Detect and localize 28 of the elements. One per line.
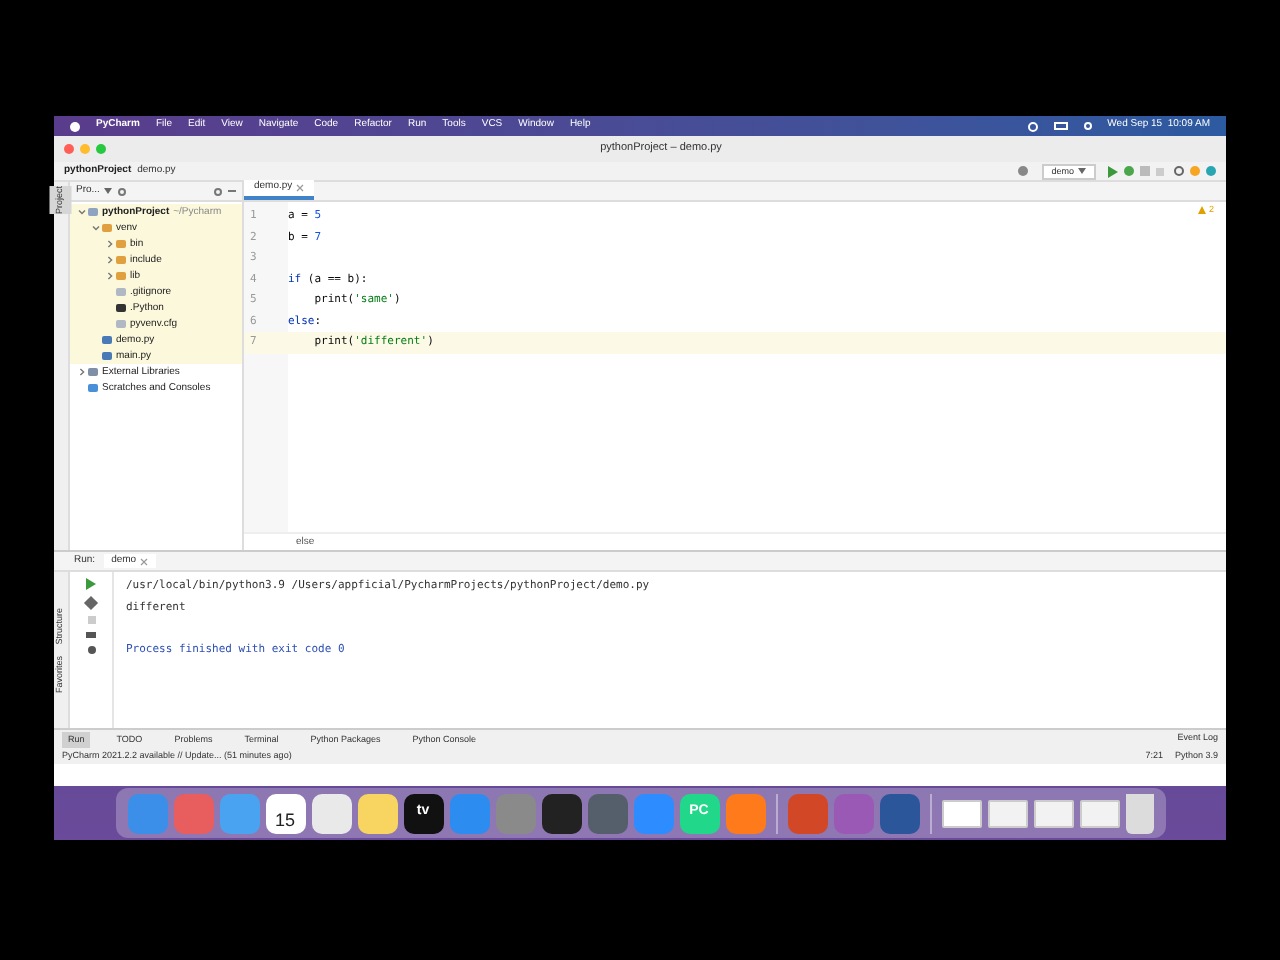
chevron-right-icon[interactable]	[78, 368, 86, 376]
app-icon[interactable]	[357, 793, 397, 833]
stop-icon[interactable]	[87, 616, 95, 624]
chevron-down-icon[interactable]	[78, 208, 86, 216]
caret-icon[interactable]	[103, 188, 112, 194]
document-thumbnail[interactable]	[1033, 799, 1073, 827]
zoom-button[interactable]	[96, 144, 106, 154]
minimize-button[interactable]	[80, 144, 90, 154]
warning-icon[interactable]	[1198, 206, 1207, 215]
caret-icon[interactable]	[1078, 168, 1086, 174]
chevron-right-icon[interactable]	[106, 256, 114, 264]
app-icon[interactable]	[311, 793, 351, 833]
calendar-icon[interactable]: 15	[265, 793, 305, 833]
close-icon[interactable]	[296, 184, 305, 192]
chevron-right-icon[interactable]	[106, 240, 114, 248]
close-button[interactable]	[64, 144, 74, 154]
document-thumbnail[interactable]	[941, 799, 981, 827]
stop-icon[interactable]	[1156, 167, 1164, 175]
chevron-right-icon[interactable]	[106, 272, 114, 280]
trash-icon[interactable]	[1125, 793, 1153, 833]
battery-icon[interactable]	[1053, 122, 1068, 130]
document-thumbnail[interactable]	[987, 799, 1027, 827]
apple-icon[interactable]	[70, 121, 80, 131]
close-icon[interactable]	[140, 557, 149, 565]
document-thumbnail[interactable]	[1079, 799, 1119, 827]
chevron-down-icon[interactable]	[92, 224, 100, 232]
app-icon[interactable]	[541, 793, 581, 833]
app-icon[interactable]	[879, 793, 919, 833]
